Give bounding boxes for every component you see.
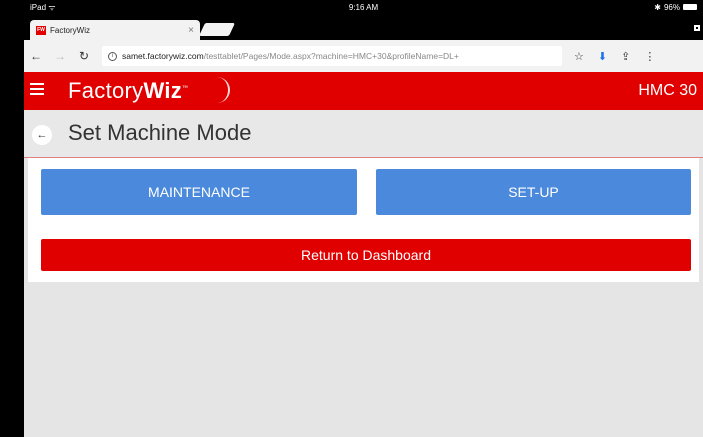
url-host: samet.factorywiz.com <box>122 51 204 61</box>
setup-button[interactable]: SET-UP <box>376 169 691 215</box>
browser-tab[interactable]: FW FactoryWiz × <box>30 20 200 40</box>
mode-panel: MAINTENANCE SET-UP Return to Dashboard <box>28 158 699 282</box>
tab-title: FactoryWiz <box>50 25 90 35</box>
screen: iPad ᯤ 9:16 AM ✱ 96% FW FactoryWiz × ← →… <box>24 0 703 437</box>
share-icon[interactable]: ⇪ <box>621 50 630 63</box>
page-title: Set Machine Mode <box>68 120 252 145</box>
battery-icon <box>683 4 697 10</box>
status-right: ✱ 96% <box>654 3 697 12</box>
microphone-icon[interactable]: ⬇ <box>598 50 607 63</box>
info-icon[interactable]: i <box>108 51 117 61</box>
ios-status-bar: iPad ᯤ 9:16 AM ✱ 96% <box>24 0 703 14</box>
tabs-icon[interactable] <box>694 25 700 31</box>
reload-icon[interactable]: ↻ <box>72 49 96 63</box>
address-bar[interactable]: i samet.factorywiz.com/testtablet/Pages/… <box>102 46 562 66</box>
app-header: FactoryWiz™ HMC 30 <box>24 72 703 110</box>
back-icon[interactable]: ← <box>32 125 52 145</box>
device-label: iPad ᯤ <box>30 2 56 12</box>
page-title-bar: ← Set Machine Mode <box>24 110 703 158</box>
logo-swoosh-icon <box>160 77 230 103</box>
status-time: 9:16 AM <box>348 2 379 12</box>
hamburger-menu-icon[interactable] <box>30 83 44 95</box>
favicon-icon: FW <box>36 25 46 35</box>
new-tab-button[interactable] <box>198 23 236 36</box>
device-frame: iPad ᯤ 9:16 AM ✱ 96% FW FactoryWiz × ← →… <box>0 0 703 437</box>
tab-strip: FW FactoryWiz × <box>24 14 703 40</box>
star-icon[interactable]: ☆ <box>574 50 584 63</box>
machine-name: HMC 30 <box>638 82 697 99</box>
bluetooth-icon: ✱ <box>654 2 661 12</box>
url-path: /testtablet/Pages/Mode.aspx?machine=HMC+… <box>203 51 459 61</box>
forward-arrow-icon[interactable]: → <box>48 49 72 63</box>
close-icon[interactable]: × <box>188 25 194 36</box>
return-to-dashboard-button[interactable]: Return to Dashboard <box>41 239 691 271</box>
browser-toolbar: ← → ↻ i samet.factorywiz.com/testtablet/… <box>24 40 703 72</box>
back-arrow-icon[interactable]: ← <box>24 49 48 63</box>
menu-dots-icon[interactable]: ⋮ <box>644 50 655 63</box>
maintenance-button[interactable]: MAINTENANCE <box>41 169 357 215</box>
toolbar-icons: ☆ ⬇ ⇪ ⋮ <box>574 50 655 63</box>
battery-percent: 96% <box>663 2 680 12</box>
